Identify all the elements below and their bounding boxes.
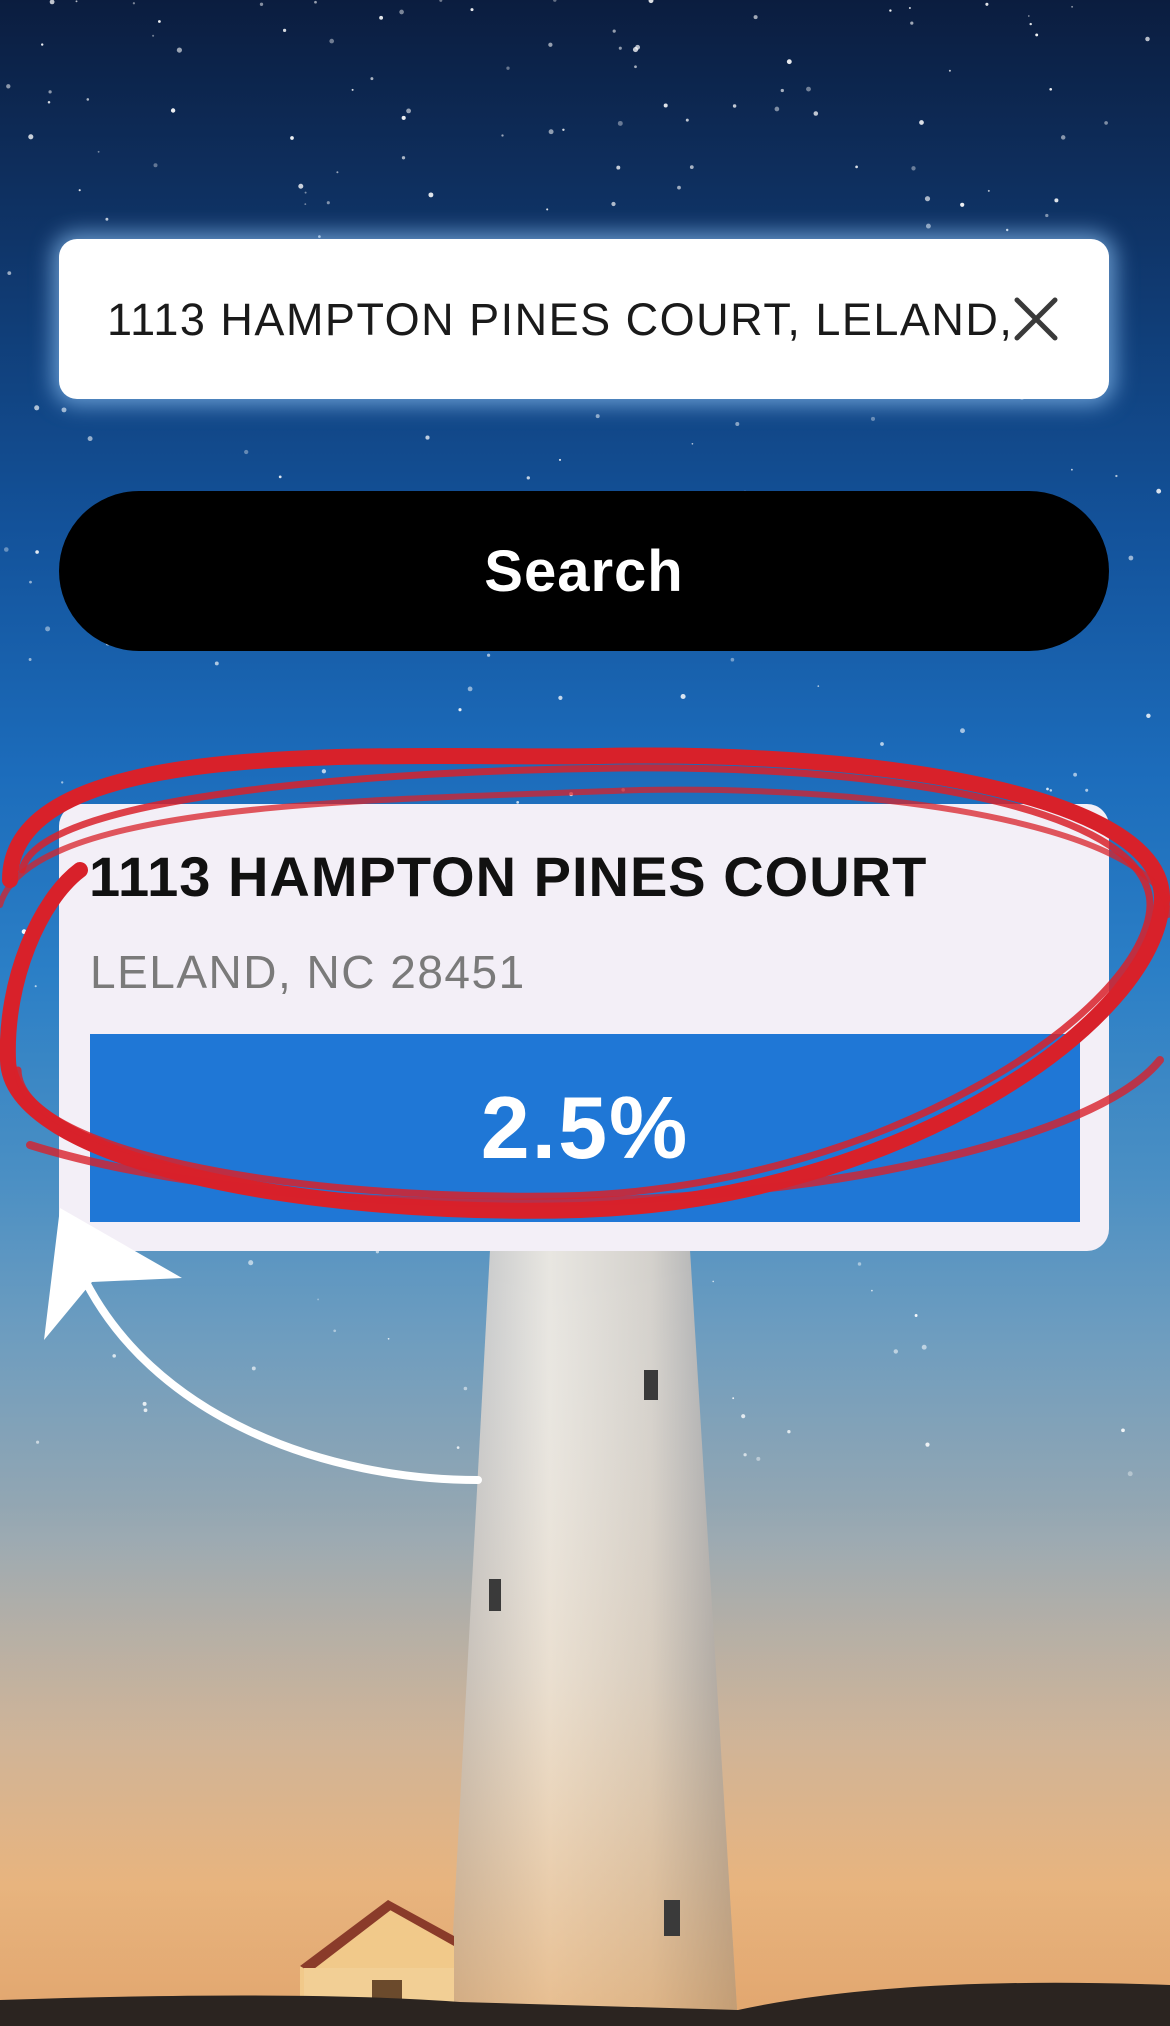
search-button[interactable]: Search [59,491,1109,651]
close-icon[interactable] [1007,290,1065,348]
result-card[interactable]: 1113 HAMPTON PINES COURT LELAND, NC 2845… [59,804,1109,1251]
result-city-state-zip: LELAND, NC 28451 [90,946,526,998]
rate-badge: 2.5% [90,1034,1080,1222]
result-street-address: 1113 HAMPTON PINES COURT [89,845,928,908]
search-input[interactable] [105,239,1029,401]
address-search-field[interactable] [59,239,1109,401]
